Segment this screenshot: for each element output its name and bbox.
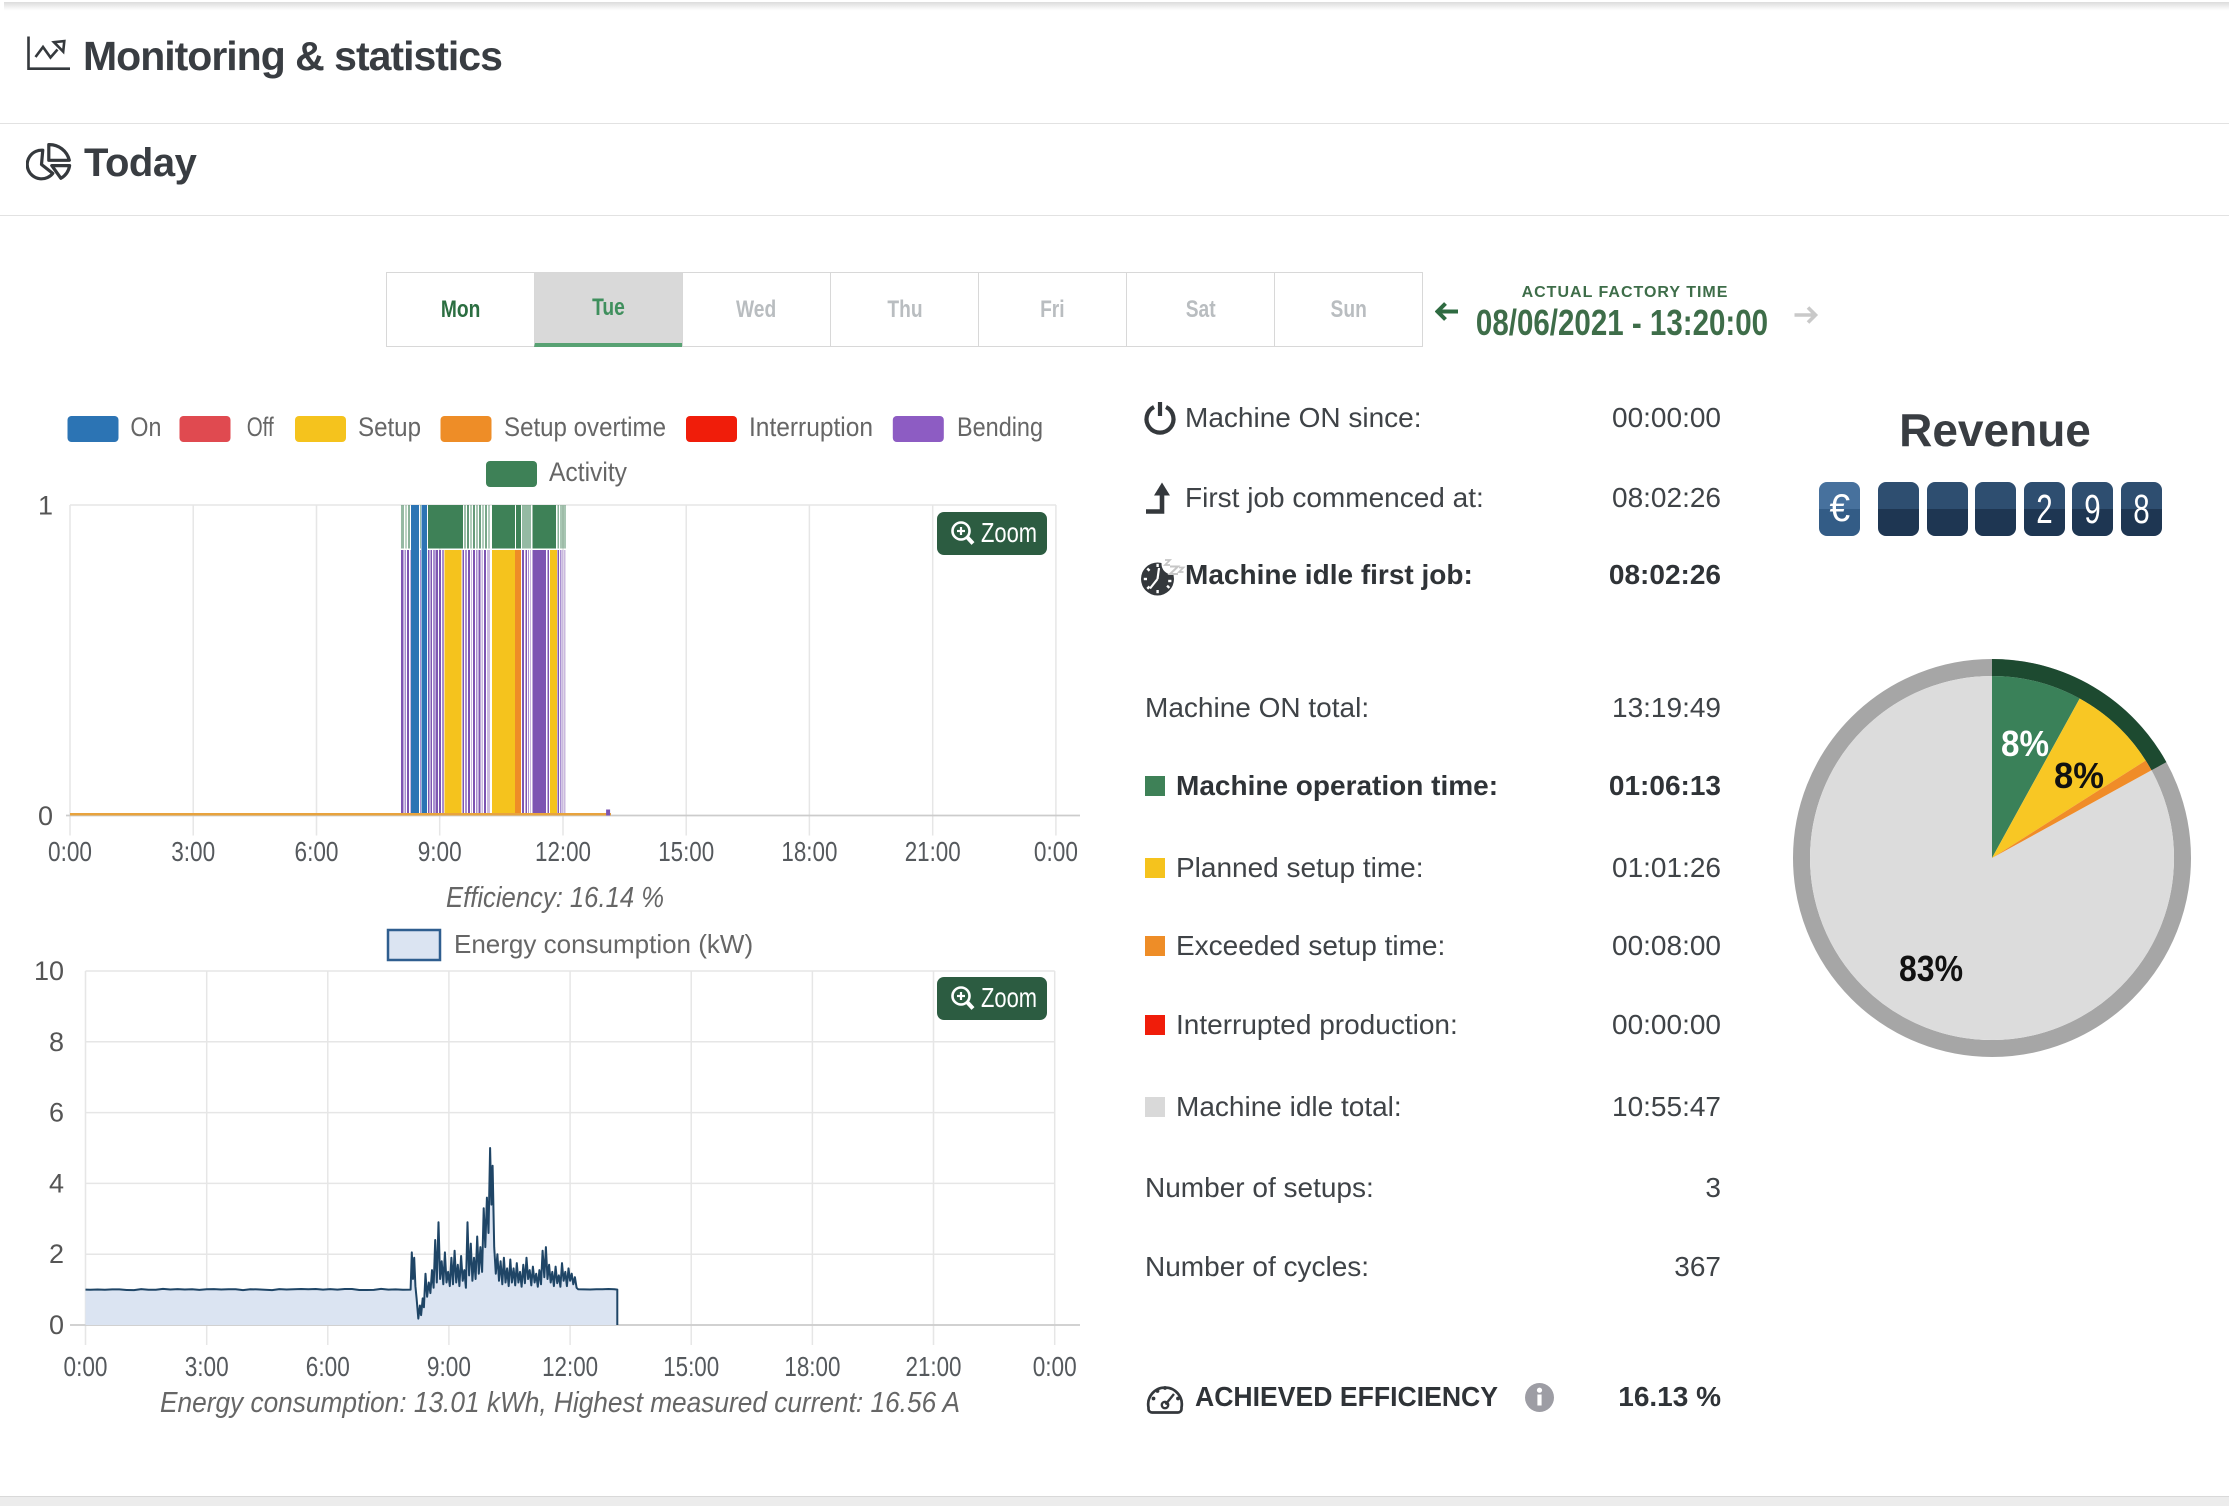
svg-text:18:00: 18:00	[784, 1351, 840, 1382]
svg-text:Off: Off	[247, 412, 274, 442]
svg-text:Zoom: Zoom	[981, 982, 1037, 1013]
svg-text:8%: 8%	[2001, 723, 2049, 764]
svg-text:12:00: 12:00	[535, 836, 591, 867]
svg-text:Activity: Activity	[549, 457, 627, 487]
svg-text:8: 8	[49, 1027, 64, 1057]
svg-text:Interruption: Interruption	[749, 412, 873, 442]
svg-text:0:00: 0:00	[1033, 1351, 1077, 1382]
svg-text:0:00: 0:00	[48, 836, 92, 867]
svg-text:0: 0	[38, 801, 53, 831]
svg-text:12:00: 12:00	[542, 1351, 598, 1382]
svg-text:9:00: 9:00	[427, 1351, 471, 1382]
svg-text:Setup: Setup	[358, 412, 421, 442]
svg-text:18:00: 18:00	[781, 836, 837, 867]
svg-text:Energy consumption: 13.01 kWh,: Energy consumption: 13.01 kWh, Highest m…	[160, 1387, 960, 1419]
svg-text:6:00: 6:00	[306, 1351, 350, 1382]
svg-text:6:00: 6:00	[295, 836, 339, 867]
svg-text:0:00: 0:00	[1034, 836, 1078, 867]
svg-text:3:00: 3:00	[185, 1351, 229, 1382]
svg-text:Efficiency: 16.14 %: Efficiency: 16.14 %	[446, 882, 664, 914]
svg-text:6: 6	[49, 1098, 64, 1128]
svg-text:On: On	[130, 412, 161, 442]
svg-text:2: 2	[49, 1239, 64, 1269]
svg-text:10: 10	[34, 956, 64, 986]
svg-text:Setup overtime: Setup overtime	[504, 412, 666, 442]
svg-text:83%: 83%	[1899, 948, 1963, 989]
svg-text:1: 1	[38, 491, 53, 521]
svg-text:Zoom: Zoom	[981, 517, 1037, 548]
svg-text:3:00: 3:00	[171, 836, 215, 867]
svg-text:21:00: 21:00	[906, 1351, 962, 1382]
svg-text:0:00: 0:00	[64, 1351, 108, 1382]
svg-text:8%: 8%	[2054, 755, 2104, 796]
svg-text:15:00: 15:00	[658, 836, 714, 867]
svg-text:4: 4	[49, 1168, 64, 1198]
svg-text:9:00: 9:00	[418, 836, 462, 867]
svg-text:15:00: 15:00	[663, 1351, 719, 1382]
svg-text:Energy consumption (kW): Energy consumption (kW)	[454, 929, 753, 959]
svg-text:0: 0	[49, 1310, 64, 1340]
svg-text:21:00: 21:00	[905, 836, 961, 867]
svg-text:Bending: Bending	[957, 412, 1043, 442]
